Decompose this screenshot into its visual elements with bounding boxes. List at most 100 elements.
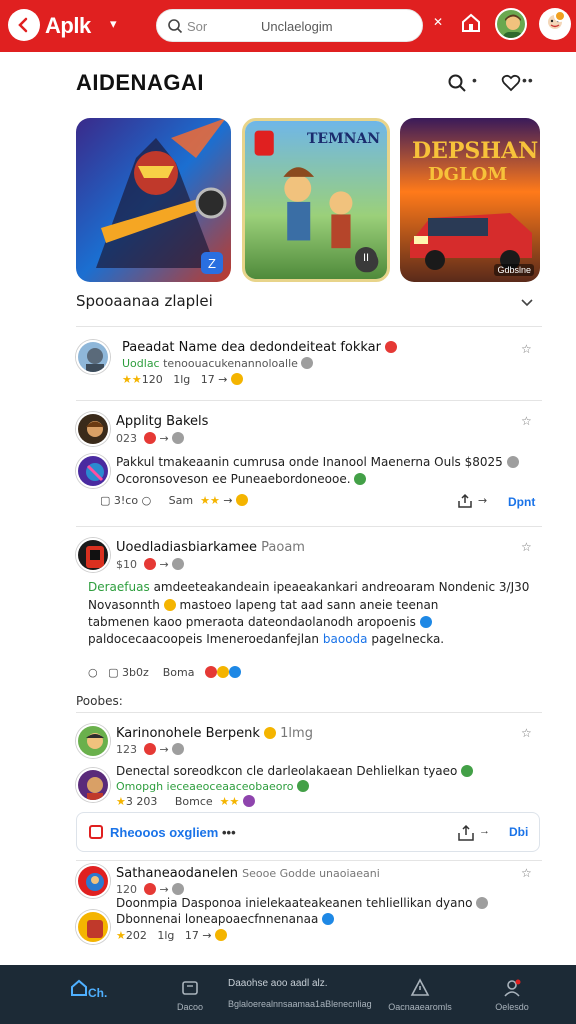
search-placeholder-secondary: Unclaelogim xyxy=(261,19,333,34)
bookmark-star-icon[interactable]: ☆ xyxy=(521,342,532,356)
avatar[interactable] xyxy=(76,864,110,898)
verified-icon xyxy=(354,473,367,485)
star-icon: ★★ xyxy=(122,373,142,386)
app-icon xyxy=(144,432,156,444)
nav-profile-label: Oelesdo xyxy=(495,1002,529,1012)
card-tag: Gdbslne xyxy=(494,264,534,276)
chevron-down-icon[interactable]: ▾ xyxy=(110,16,117,32)
bottom-navigation: Ch. Dacoo Daaohse aoo aadl alz. Bglaloer… xyxy=(0,965,576,1024)
featured-card-3[interactable]: DEPSHAN DGLOM Gdbslne xyxy=(400,118,540,282)
post-subtitle: 123 → xyxy=(116,743,185,756)
card-logo-text: DEPSHAN xyxy=(412,138,539,164)
back-button[interactable] xyxy=(8,9,40,41)
heart-icon[interactable] xyxy=(501,73,521,93)
home-icon[interactable] xyxy=(460,12,482,34)
share-icon[interactable] xyxy=(457,493,473,509)
avatar-image xyxy=(78,540,108,570)
avatar[interactable] xyxy=(76,768,110,802)
post-meta: ★3 203 Bomce ★★ xyxy=(116,795,255,808)
post-title[interactable]: Paeadat Name dea dedondeiteat fokkar xyxy=(122,340,398,355)
verified-icon xyxy=(506,456,519,468)
avatar[interactable] xyxy=(76,910,110,944)
nav-games-label: Dacoo xyxy=(176,1002,203,1012)
open-link[interactable]: Dpnt xyxy=(508,495,535,509)
page-title: AIDENAGAI xyxy=(76,70,204,95)
post-subtitle: $10 → xyxy=(116,558,185,571)
emoji-icon xyxy=(163,599,176,611)
bookmark-star-icon[interactable]: ☆ xyxy=(521,414,532,428)
post-body: Pakkul tmakeaanin cumrusa onde Inanool M… xyxy=(116,455,519,469)
post-title[interactable]: Applitg Bakels xyxy=(116,414,208,429)
post-body: tabmenen kaoo pmeraota dateondaolanodh a… xyxy=(88,615,432,629)
warning-icon xyxy=(410,978,430,996)
nav-center-subtitle: Bglaloerealnnsaamaa1aBlenecnliag xyxy=(228,999,372,1009)
open-link[interactable]: Dbi xyxy=(509,825,528,839)
avatar[interactable] xyxy=(76,340,110,374)
share-icon[interactable] xyxy=(457,824,475,842)
nav-profile[interactable]: Oelesdo xyxy=(484,965,540,1024)
title-dot: • xyxy=(472,72,477,88)
post-title[interactable]: Uoedladiasbiarkamee Paoam xyxy=(116,540,305,555)
avatar-image xyxy=(78,770,108,800)
profile-avatar[interactable] xyxy=(495,8,527,40)
bookmark-star-icon[interactable]: ☆ xyxy=(521,726,532,740)
close-icon[interactable]: ✕ xyxy=(433,15,443,29)
post-title[interactable]: Sathaneaodanelen Seooe Godde unaoiaeani xyxy=(116,866,380,881)
avatar-image xyxy=(78,726,108,756)
chevron-down-icon[interactable] xyxy=(520,296,534,310)
app-brand[interactable]: Aplk xyxy=(45,13,91,39)
post-body: Deraefuas amdeeteakandeain ipeaeakankari… xyxy=(88,580,530,594)
avatar-image xyxy=(78,456,108,486)
card-logo-subtext: DGLOM xyxy=(428,164,508,185)
post-body: Novasonnth mastoeo lapeng tat aad sann a… xyxy=(88,598,439,612)
search-input[interactable]: Sor Unclaelogim xyxy=(156,9,423,42)
avatar-image xyxy=(503,14,523,38)
nav-home-label[interactable]: Ch. xyxy=(88,986,107,1000)
avatar[interactable] xyxy=(76,454,110,488)
post-body: paldocecaacoopeis Imeneroedanfejlan baoo… xyxy=(88,632,445,646)
notification-badge xyxy=(554,10,566,22)
more-arrow[interactable]: → xyxy=(478,494,487,507)
divider xyxy=(76,860,542,861)
featured-card-2[interactable]: TEMNAN II xyxy=(242,118,390,282)
post-body: Doonmpia Dasponoa inielekaateakeanen teh… xyxy=(116,896,489,910)
bookmark-star-icon[interactable]: ☆ xyxy=(521,866,532,880)
card-logo-text: TEMNAN xyxy=(307,131,381,147)
avatar-image xyxy=(78,342,108,372)
profile-icon xyxy=(504,979,521,997)
more-arrow[interactable]: → xyxy=(479,825,490,837)
top-app-bar: Aplk ▾ Sor Unclaelogim ✕ xyxy=(0,0,576,52)
search-icon[interactable] xyxy=(447,73,467,93)
app-icon xyxy=(89,825,103,839)
avatar[interactable] xyxy=(76,724,110,758)
featured-card-1[interactable]: Z xyxy=(76,118,231,282)
post-subtitle: Uodlac tenoouacukenannoloalle xyxy=(122,357,314,370)
verified-icon xyxy=(172,558,185,570)
divider xyxy=(76,400,542,401)
post-title[interactable]: Karinonohele Berpenk 1lmg xyxy=(116,726,313,741)
divider xyxy=(76,712,542,713)
more-icon[interactable]: •• xyxy=(522,72,534,88)
card-badge-icon: II xyxy=(355,247,377,269)
avatar[interactable] xyxy=(76,538,110,572)
divider xyxy=(76,326,542,327)
emoji-icon xyxy=(264,727,277,739)
verified-icon xyxy=(301,357,314,369)
post-meta: ▢ 3!co ○ Sam ★★ → xyxy=(100,494,249,507)
nav-alerts[interactable]: Oacnaaearomls xyxy=(380,965,460,1024)
cta-row[interactable]: Rheooos oxgliem ••• → Dbi xyxy=(76,812,540,852)
post-body: Ocoronsoveson ee Puneaebordoneooe. xyxy=(116,472,367,486)
card-badge-icon: Z xyxy=(201,252,223,274)
avatar[interactable] xyxy=(76,412,110,446)
post-meta: ★202 1lg 17 → xyxy=(116,929,228,942)
search-placeholder: Sor xyxy=(187,19,208,34)
post-body: Denectal soreodkcon cle darleolakaean De… xyxy=(116,764,474,778)
nav-center-title[interactable]: Daaohse aoo aadl alz. xyxy=(228,978,328,989)
section-heading: Spooaanaa zlaplei xyxy=(76,292,213,310)
verified-icon xyxy=(172,432,185,444)
post-meta: ○ ▢ 3b0z Boma xyxy=(88,666,241,679)
cta-label[interactable]: Rheooos oxgliem ••• xyxy=(110,825,236,840)
emoji-icon xyxy=(385,341,398,353)
nav-games[interactable]: Dacoo xyxy=(160,965,220,1024)
bookmark-star-icon[interactable]: ☆ xyxy=(521,540,532,554)
